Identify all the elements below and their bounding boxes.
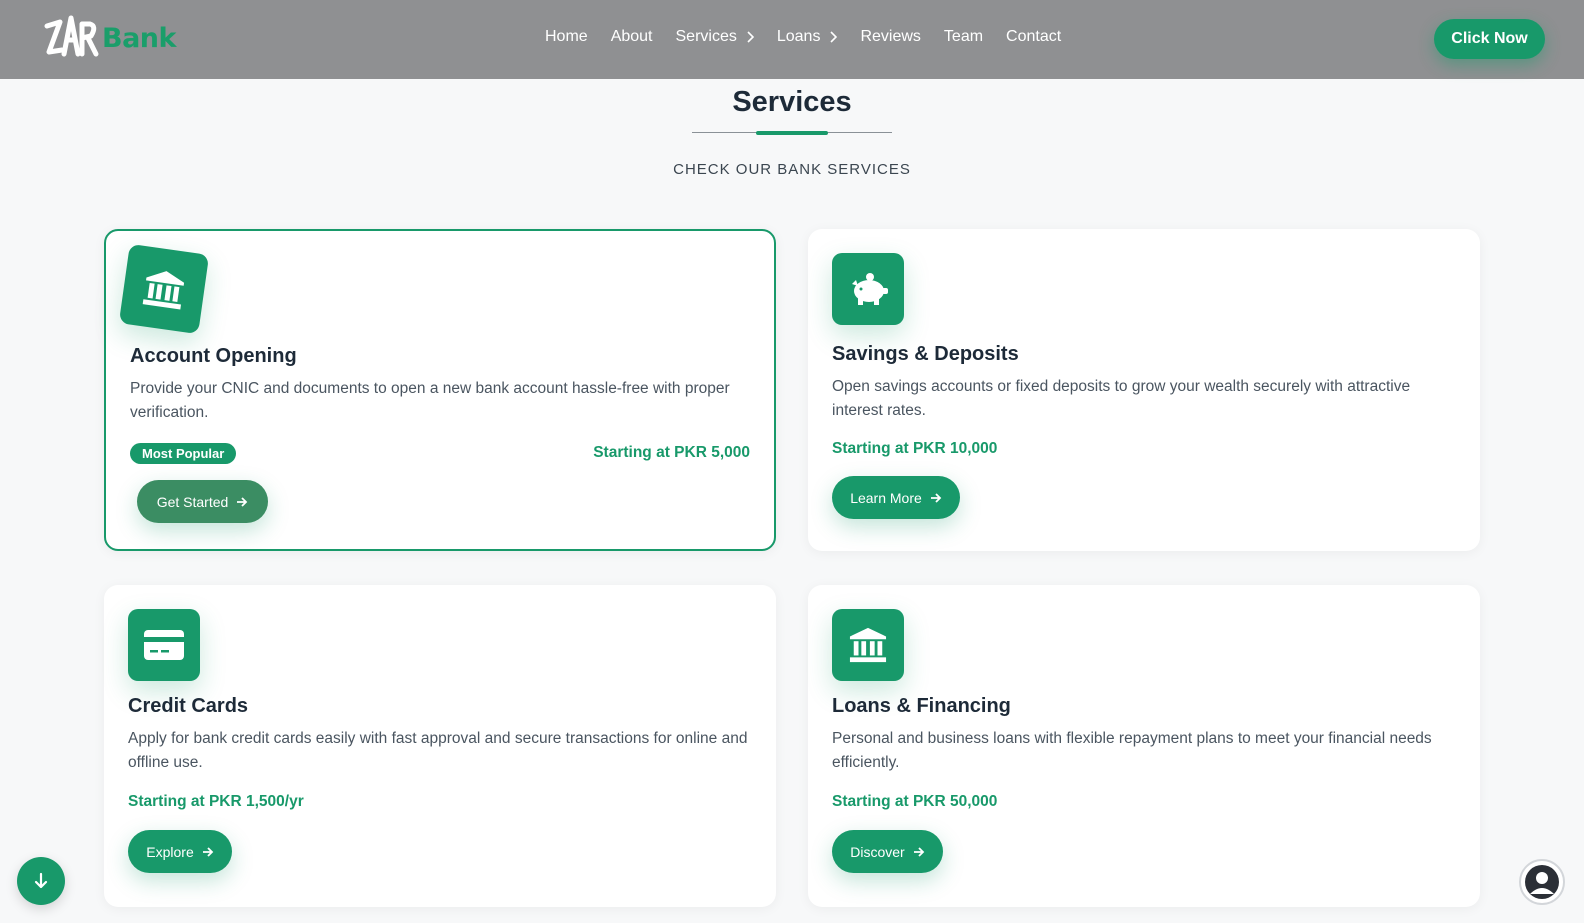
card-title: Credit Cards	[128, 695, 249, 717]
card-title: Savings & Deposits	[832, 343, 1019, 365]
get-started-button[interactable]: Get Started	[137, 480, 268, 523]
nav-label: Home	[545, 28, 588, 45]
arrow-right-icon	[237, 496, 248, 507]
card-description: Personal and business loans with flexibl…	[832, 730, 1432, 771]
nav-label: About	[610, 28, 653, 45]
main-nav: Home About Services Loans Reviews Team C…	[545, 28, 1084, 46]
title-divider-accent	[756, 131, 828, 135]
button-label: Discover	[850, 843, 905, 860]
arrow-right-icon	[913, 846, 925, 857]
piggy-bank-icon	[832, 253, 904, 325]
service-card-credit-cards[interactable]: Credit Cards Apply for bank credit cards…	[104, 585, 776, 907]
card-price: Starting at PKR 1,500/yr	[128, 793, 304, 810]
section-title: Services	[732, 86, 852, 118]
nav-item-reviews[interactable]: Reviews	[860, 28, 920, 46]
bank-building-icon-glyph	[142, 271, 185, 310]
learn-more-button[interactable]: Learn More	[832, 476, 960, 519]
click-now-button[interactable]: Click Now	[1434, 19, 1545, 59]
site-header: Bank Home About Services Loans Reviews T…	[0, 0, 1584, 79]
nav-label: Contact	[1006, 28, 1062, 45]
service-card-account-opening[interactable]: Account Opening Provide your CNIC and do…	[104, 229, 776, 551]
arrow-right-icon	[930, 492, 942, 503]
logo-mark-icon	[44, 15, 99, 57]
chat-avatar-button[interactable]	[1519, 859, 1565, 905]
card-price: Starting at PKR 5,000	[593, 444, 750, 461]
bank-building-icon	[118, 243, 210, 335]
bank-building-icon	[832, 609, 904, 681]
bank-building-icon-glyph	[849, 627, 887, 663]
nav-item-team[interactable]: Team	[944, 28, 983, 46]
scroll-down-button[interactable]	[17, 857, 65, 905]
card-title: Account Opening	[130, 345, 297, 367]
arrow-down-icon	[34, 872, 48, 889]
nav-item-about[interactable]: About	[611, 28, 653, 46]
chevron-right-icon	[747, 31, 754, 43]
explore-button[interactable]: Explore	[128, 830, 232, 873]
button-label: Get Started	[156, 493, 229, 510]
nav-label: Services	[675, 28, 737, 45]
nav-item-loans[interactable]: Loans	[777, 28, 838, 46]
chevron-right-icon	[830, 31, 838, 43]
card-price: Starting at PKR 10,000	[832, 440, 998, 457]
nav-item-home[interactable]: Home	[545, 28, 588, 46]
card-description: Open savings accounts or fixed deposits …	[832, 378, 1411, 419]
section-subtitle: CHECK OUR BANK SERVICES	[673, 161, 911, 178]
button-label: Explore	[146, 843, 194, 860]
discover-button[interactable]: Discover	[832, 830, 943, 873]
nav-label: Team	[943, 28, 984, 45]
piggy-bank-icon-glyph	[852, 273, 888, 305]
card-price: Starting at PKR 50,000	[832, 793, 998, 810]
service-card-loans[interactable]: Loans & Financing Personal and business …	[808, 585, 1480, 907]
user-avatar-icon	[1525, 865, 1559, 899]
service-card-savings[interactable]: Savings & Deposits Open savings accounts…	[808, 229, 1480, 551]
nav-label: Loans	[776, 28, 821, 45]
nav-label: Reviews	[860, 28, 921, 45]
most-popular-badge: Most Popular	[130, 443, 237, 464]
card-title: Loans & Financing	[832, 695, 1011, 717]
card-description: Apply for bank credit cards easily with …	[128, 730, 748, 771]
logo[interactable]: Bank	[44, 12, 176, 64]
logo-text: Bank	[102, 22, 176, 54]
arrow-right-icon	[202, 846, 214, 857]
credit-card-icon-glyph	[144, 630, 184, 660]
nav-item-contact[interactable]: Contact	[1006, 28, 1061, 46]
card-description: Provide your CNIC and documents to open …	[130, 380, 730, 421]
button-label: Learn More	[850, 489, 922, 506]
nav-item-services[interactable]: Services	[676, 28, 754, 46]
credit-card-icon	[128, 609, 200, 681]
